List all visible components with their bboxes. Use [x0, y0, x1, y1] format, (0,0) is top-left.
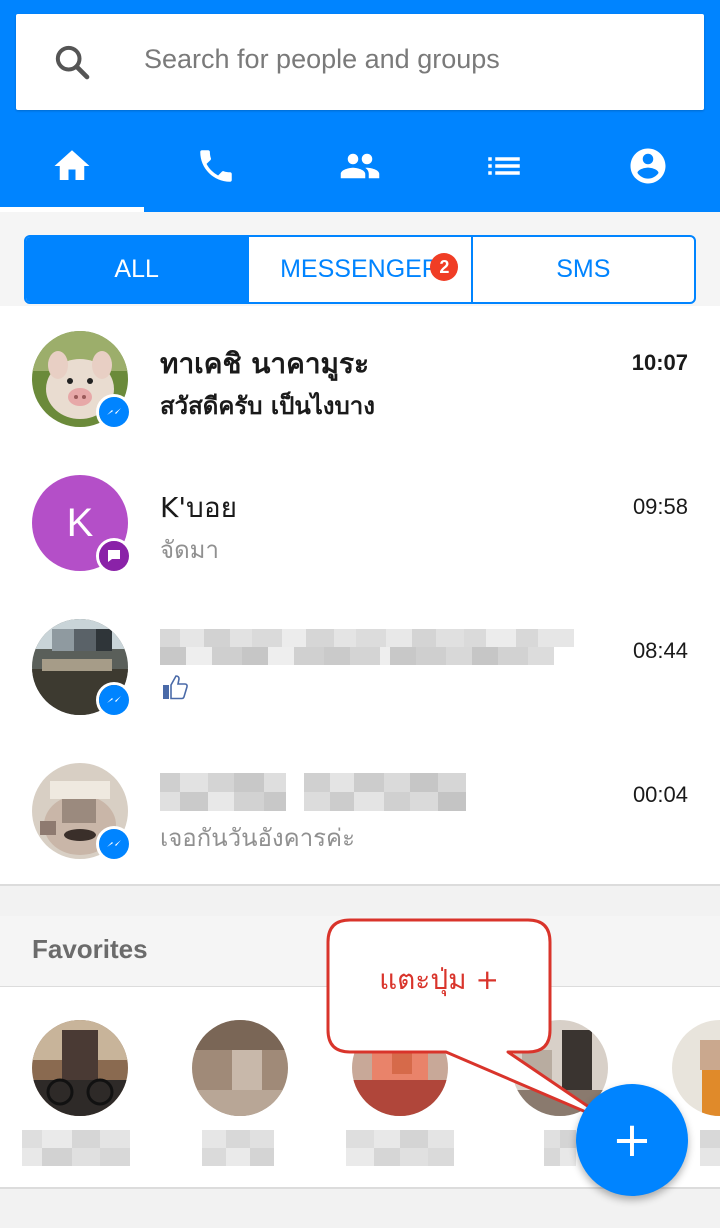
conversation-row[interactable]: เจอกันวันอังคารค่ะ 00:04: [0, 738, 720, 882]
filter-messenger[interactable]: MESSENGER 2: [247, 237, 470, 302]
conversation-row[interactable]: K K'บอย จัดมา 09:58: [0, 450, 720, 594]
profile-icon: [630, 148, 666, 184]
message-preview: จัดมา: [160, 536, 219, 564]
phone-icon: [200, 150, 232, 182]
sms-badge-icon: [96, 538, 132, 574]
filter-all-label: ALL: [114, 255, 159, 283]
list-icon: [488, 157, 520, 175]
home-icon: [54, 150, 90, 180]
filter-sms-label: SMS: [556, 255, 611, 283]
message-time: 00:04: [632, 782, 688, 807]
filter-sms[interactable]: SMS: [470, 237, 694, 302]
message-time: 08:44: [632, 638, 688, 663]
messenger-badge-icon: [96, 682, 132, 718]
tab-profile[interactable]: [576, 120, 720, 212]
contact-name: K'บอย: [160, 491, 238, 524]
conversation-row[interactable]: ทาเคชิ นาคามูระ สวัสดีครับ เป็นไงบาง 10:…: [0, 306, 720, 450]
favorite-avatar[interactable]: [32, 1020, 128, 1116]
callout-bubble: แตะปุ่ม +: [326, 918, 616, 1126]
message-time: 09:58: [632, 494, 688, 519]
unread-badge: 2: [430, 253, 459, 281]
conversation-row[interactable]: 08:44: [0, 594, 720, 738]
tab-list[interactable]: [432, 120, 576, 212]
search-icon[interactable]: [52, 42, 92, 82]
messenger-badge-icon: [96, 394, 132, 430]
search-bar[interactable]: Search for people and groups: [16, 14, 704, 110]
compose-button[interactable]: +: [576, 1084, 688, 1196]
filter-messenger-label: MESSENGER: [280, 255, 440, 283]
favorite-avatar[interactable]: [192, 1020, 288, 1116]
thumbs-up-icon: [160, 672, 190, 702]
messenger-badge-icon: [96, 826, 132, 862]
app-header: Search for people and groups: [0, 0, 720, 212]
favorite-avatar[interactable]: [672, 1020, 720, 1116]
message-preview: สวัสดีครับ เป็นไงบาง: [160, 392, 375, 420]
redacted-name: [700, 1130, 720, 1166]
redacted-name: [160, 773, 466, 811]
favorites-title: Favorites: [32, 934, 148, 964]
conversation-filter: ALL MESSENGER 2 SMS: [24, 235, 696, 304]
message-preview: เจอกันวันอังคารค่ะ: [160, 824, 355, 852]
redacted-name: [160, 629, 574, 665]
tab-people[interactable]: [288, 120, 432, 212]
search-placeholder[interactable]: Search for people and groups: [144, 44, 500, 75]
tab-home[interactable]: [0, 120, 144, 212]
plus-icon: +: [611, 1112, 653, 1168]
message-time: 10:07: [631, 350, 688, 375]
nav-tabs: [0, 120, 720, 212]
tab-calls[interactable]: [144, 120, 288, 212]
contact-name: ทาเคชิ นาคามูระ: [160, 347, 370, 380]
conversation-list: ทาเคชิ นาคามูระ สวัสดีครับ เป็นไงบาง 10:…: [0, 306, 720, 886]
filter-all[interactable]: ALL: [26, 237, 248, 302]
people-icon: [340, 153, 380, 179]
callout-text: แตะปุ่ม +: [379, 963, 499, 996]
redacted-name: [22, 1130, 130, 1166]
redacted-name: [202, 1130, 274, 1166]
